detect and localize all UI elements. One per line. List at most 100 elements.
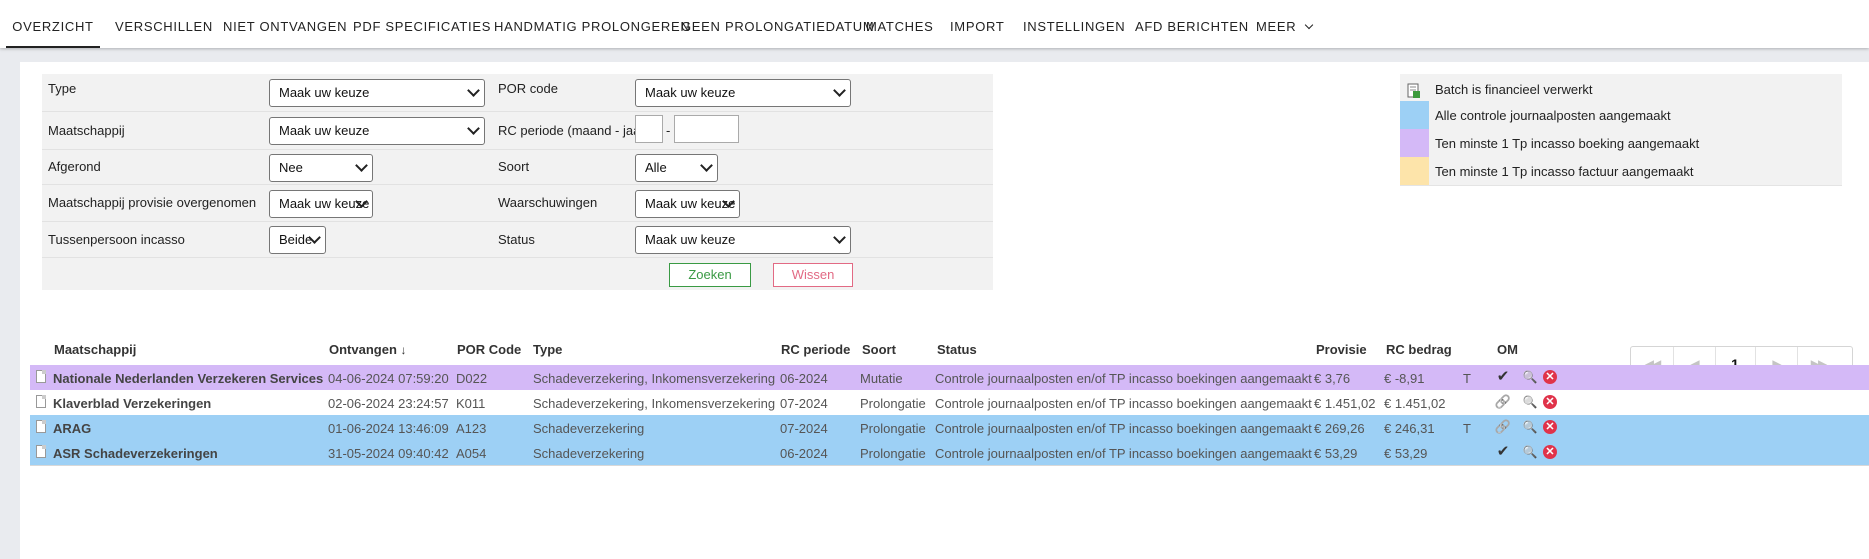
cell-rc: 07-2024 — [780, 396, 828, 411]
main-panel: Type Maak uw keuze POR code Maak uw keuz… — [20, 62, 1869, 559]
maatschappij-select-value: Maak uw keuze — [279, 123, 370, 138]
cell-maatschappij: ARAG — [53, 421, 92, 436]
filter-maatschappij-label: Maatschappij — [48, 123, 125, 138]
afgerond-select-value: Nee — [279, 160, 303, 175]
tab-pdf-specificaties[interactable]: PDF SPECIFICATIES — [353, 0, 491, 48]
maatschappij-select[interactable]: Maak uw keuze — [269, 117, 485, 145]
cell-type: Schadeverzekering — [533, 421, 645, 436]
column-header-maatschappij[interactable]: Maatschappij — [54, 342, 136, 357]
cell-ontvangen: 02-06-2024 23:24:57 — [328, 396, 449, 411]
cell-rc: 07-2024 — [780, 421, 828, 436]
filter-afgerond-label: Afgerond — [48, 159, 101, 174]
remove-icon[interactable]: ✕ — [1543, 420, 1557, 434]
check-icon[interactable]: ✔ — [1494, 368, 1512, 386]
search-button[interactable]: Zoeken — [669, 263, 751, 287]
legend-label: Alle controle journaalposten aangemaakt — [1435, 108, 1671, 123]
legend-item: Ten minste 1 Tp incasso factuur aangemaa… — [1400, 157, 1842, 186]
column-header-soort[interactable]: Soort — [862, 342, 896, 357]
soort-select[interactable]: Alle — [635, 154, 718, 182]
soort-select-value: Alle — [645, 160, 667, 175]
top-navigation: OVERZICHT VERSCHILLEN NIET ONTVANGEN PDF… — [0, 0, 1869, 48]
tab-meer-label: MEER — [1256, 19, 1297, 34]
cell-type: Schadeverzekering — [533, 446, 645, 461]
cell-maatschappij: Klaverblad Verzekeringen — [53, 396, 212, 411]
column-header-om: OM — [1497, 342, 1518, 357]
cell-maatschappij: ASR Schadeverzekeringen — [53, 446, 218, 461]
cell-status: Controle journaalposten en/of TP incasso… — [935, 421, 1312, 436]
cell-type: Schadeverzekering, Inkomensverzekering — [533, 396, 776, 411]
afgerond-select[interactable]: Nee — [269, 154, 373, 182]
por-code-select-value: Maak uw keuze — [645, 85, 736, 100]
cell-por: A054 — [456, 446, 487, 461]
legend-swatch — [1400, 157, 1429, 185]
por-code-select[interactable]: Maak uw keuze — [635, 79, 851, 107]
column-header-rc-bedrag[interactable]: RC bedrag — [1386, 342, 1452, 357]
chevron-down-icon — [833, 231, 846, 244]
tab-geen-prolongatiedatum[interactable]: GEEN PROLONGATIEDATUM — [681, 0, 874, 48]
table-row[interactable]: ASR Schadeverzekeringen 31-05-2024 09:40:… — [30, 440, 1869, 466]
type-select[interactable]: Maak uw keuze — [269, 79, 485, 107]
sort-down-icon: ↓ — [400, 343, 407, 357]
filter-status-label: Status — [498, 232, 535, 247]
legend-label: Ten minste 1 Tp incasso boeking aangemaa… — [1435, 136, 1700, 151]
rc-maand-input[interactable] — [635, 115, 663, 143]
tab-instellingen[interactable]: INSTELLINGEN — [1023, 0, 1125, 48]
document-icon — [36, 395, 46, 408]
cell-status: Controle journaalposten en/of TP incasso… — [935, 371, 1312, 386]
tab-afd-berichten[interactable]: AFD BERICHTEN — [1135, 0, 1249, 48]
tab-niet-ontvangen[interactable]: NIET ONTVANGEN — [223, 0, 347, 48]
tab-matches[interactable]: MATCHES — [866, 0, 934, 48]
remove-icon[interactable]: ✕ — [1543, 370, 1557, 384]
chevron-down-icon — [467, 84, 480, 97]
search-icon[interactable]: 🔍 — [1521, 368, 1539, 386]
tussenpersoon-select[interactable]: Beide — [269, 226, 326, 254]
filter-row: Afgerond Nee Soort Alle — [42, 150, 993, 185]
check-icon[interactable]: ✔ — [1494, 443, 1512, 461]
column-header-por-code[interactable]: POR Code — [457, 342, 521, 357]
waarschuwingen-select[interactable]: Maak uw keuze — [635, 190, 740, 218]
filter-tussenpersoon-label: Tussenpersoon incasso — [48, 232, 185, 247]
legend-item: Ten minste 1 Tp incasso boeking aangemaa… — [1400, 129, 1842, 158]
clear-button[interactable]: Wissen — [773, 263, 853, 287]
type-select-value: Maak uw keuze — [279, 85, 370, 100]
column-header-provisie[interactable]: Provisie — [1316, 342, 1367, 357]
legend-swatch — [1400, 129, 1429, 157]
status-select-value: Maak uw keuze — [645, 232, 736, 247]
chevron-down-icon — [833, 84, 846, 97]
table-row[interactable]: ARAG 01-06-2024 13:46:09 A123 Schadeverzeke… — [30, 415, 1869, 441]
cell-provisie: € 3,76 — [1314, 371, 1351, 386]
tab-verschillen[interactable]: VERSCHILLEN — [115, 0, 213, 48]
tab-meer[interactable]: MEER — [1256, 0, 1313, 48]
cell-por: A123 — [456, 421, 487, 436]
legend-label: Ten minste 1 Tp incasso factuur aangemaa… — [1435, 164, 1694, 179]
search-icon[interactable]: 🔍 — [1521, 393, 1539, 411]
search-icon[interactable]: 🔍 — [1521, 418, 1539, 436]
table-row[interactable]: Nationale Nederlanden Verzekeren Service… — [30, 365, 1869, 391]
tab-overzicht[interactable]: OVERZICHT — [6, 0, 100, 48]
chevron-down-icon — [355, 159, 368, 172]
cell-soort: Prolongatie — [860, 421, 926, 436]
tab-import[interactable]: IMPORT — [950, 0, 1005, 48]
rc-jaar-input[interactable] — [674, 115, 739, 143]
remove-icon[interactable]: ✕ — [1543, 395, 1557, 409]
filter-actions-row: Zoeken Wissen — [42, 258, 993, 290]
column-header-rc-periode[interactable]: RC periode — [781, 342, 850, 357]
remove-icon[interactable]: ✕ — [1543, 445, 1557, 459]
search-icon[interactable]: 🔍 — [1521, 443, 1539, 461]
link-icon[interactable]: 🔗 — [1494, 418, 1512, 436]
document-icon — [36, 370, 46, 383]
filter-type-label: Type — [48, 81, 77, 96]
legend-item: Alle controle journaalposten aangemaakt — [1400, 101, 1842, 130]
column-header-type[interactable]: Type — [533, 342, 562, 357]
cell-t: T — [1463, 421, 1471, 436]
filter-provisie-label: Maatschappij provisie overgenomen — [48, 195, 257, 210]
table-row[interactable]: Klaverblad Verzekeringen 02-06-2024 23:24… — [30, 390, 1869, 416]
column-header-ontvangen[interactable]: Ontvangen ↓ — [329, 342, 407, 357]
filter-row: Maatschappij Maak uw keuze RC periode (m… — [42, 112, 993, 150]
column-header-status[interactable]: Status — [937, 342, 977, 357]
tab-handmatig-prolongeren[interactable]: HANDMATIG PROLONGEREN — [494, 0, 690, 48]
status-select[interactable]: Maak uw keuze — [635, 226, 851, 254]
cell-ontvangen: 31-05-2024 09:40:42 — [328, 446, 449, 461]
provisie-overgenomen-select[interactable]: Maak uw keuze — [269, 190, 373, 218]
link-icon[interactable]: 🔗 — [1494, 393, 1512, 411]
